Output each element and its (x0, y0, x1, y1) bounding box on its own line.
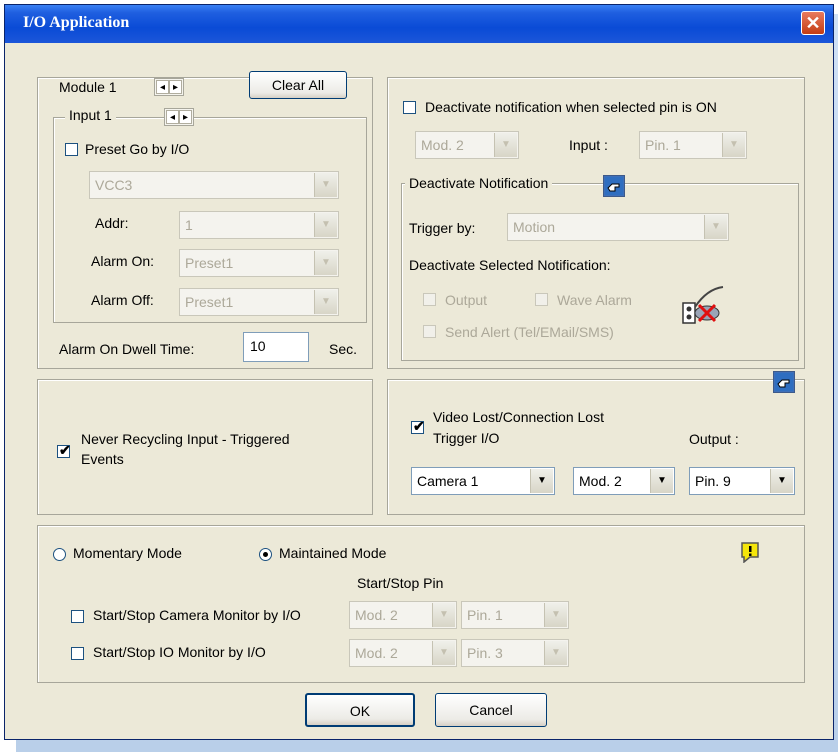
alarm-off-label: Alarm Off: (91, 292, 154, 308)
chevron-down-icon: ▼ (494, 133, 517, 157)
clear-all-button[interactable]: Clear All (249, 71, 347, 99)
send-alert-label: Send Alert (Tel/EMail/SMS) (445, 324, 614, 340)
close-button[interactable]: ✕ (801, 11, 825, 35)
never-recycling-checkbox[interactable]: ✔ (57, 442, 71, 458)
chevron-down-icon: ▼ (314, 173, 337, 197)
camera-value: Camera 1 (417, 473, 479, 489)
deactivate-mod-select[interactable]: Mod. 2 ▼ (415, 131, 519, 159)
input-spinner[interactable]: ◂ ▸ (164, 108, 194, 126)
vcc-select[interactable]: VCC3 ▼ (89, 171, 339, 199)
alarm-on-value: Preset1 (185, 255, 234, 271)
video-lost-label-1: Video Lost/Connection Lost (433, 409, 604, 425)
start-stop-pin-label: Start/Stop Pin (357, 575, 444, 591)
alarm-on-select[interactable]: Preset1 ▼ (179, 249, 339, 277)
io-monitor-label: Start/Stop IO Monitor by I/O (93, 644, 266, 660)
output-checkbox[interactable] (423, 293, 436, 306)
momentary-mode-label: Momentary Mode (73, 545, 182, 561)
never-recycling-label-1: Never Recycling Input - Triggered (81, 431, 290, 447)
chevron-down-icon: ▼ (722, 133, 745, 157)
camera-monitor-mod-select[interactable]: Mod. 2 ▼ (349, 601, 457, 629)
chevron-down-icon: ▼ (530, 469, 553, 493)
addr-value: 1 (185, 217, 193, 233)
camera-select[interactable]: Camera 1 ▼ (411, 467, 555, 495)
pointing-hand-icon[interactable] (603, 175, 625, 197)
io-application-dialog: I/O Application ✕ Module 1 ◂ ▸ Clear All… (4, 4, 834, 740)
cancel-button[interactable]: Cancel (435, 693, 547, 727)
deactivate-selected-label: Deactivate Selected Notification: (409, 257, 611, 273)
deactivate-notification-legend: Deactivate Notification (405, 175, 553, 191)
title-bar[interactable]: I/O Application ✕ (5, 5, 833, 43)
deactivate-checkbox[interactable] (403, 101, 416, 114)
dwell-time-label: Alarm On Dwell Time: (59, 341, 195, 357)
ok-button[interactable]: OK (305, 693, 415, 727)
module-label: Module 1 (55, 79, 121, 95)
chevron-down-icon: ▼ (314, 213, 337, 237)
video-lost-mod-value: Mod. 2 (579, 473, 622, 489)
trigger-by-value: Motion (513, 219, 556, 235)
chevron-down-icon: ▼ (432, 641, 455, 665)
addr-select[interactable]: 1 ▼ (179, 211, 339, 239)
maintained-mode-radio[interactable] (259, 548, 272, 561)
input-prev-button[interactable]: ◂ (166, 110, 179, 124)
deactivate-pin-value: Pin. 1 (645, 137, 681, 153)
trigger-by-label: Trigger by: (409, 220, 476, 236)
camera-monitor-mod-value: Mod. 2 (355, 607, 398, 623)
camera-monitor-pin-value: Pin. 1 (467, 607, 503, 623)
io-monitor-pin-value: Pin. 3 (467, 645, 503, 661)
alarm-off-select[interactable]: Preset1 ▼ (179, 288, 339, 316)
camera-monitor-checkbox[interactable] (71, 610, 84, 623)
video-lost-pin-select[interactable]: Pin. 9 ▼ (689, 467, 795, 495)
close-icon: ✕ (805, 13, 821, 33)
camera-monitor-label: Start/Stop Camera Monitor by I/O (93, 607, 301, 623)
io-monitor-pin-select[interactable]: Pin. 3 ▼ (461, 639, 569, 667)
chevron-down-icon: ▼ (544, 603, 567, 627)
vcc-value: VCC3 (95, 177, 133, 193)
chevron-down-icon: ▼ (650, 469, 673, 493)
module-spinner[interactable]: ◂ ▸ (154, 78, 184, 96)
wave-alarm-checkbox[interactable] (535, 293, 548, 306)
addr-label: Addr: (95, 215, 129, 231)
io-monitor-mod-select[interactable]: Mod. 2 ▼ (349, 639, 457, 667)
module-prev-button[interactable]: ◂ (156, 80, 169, 94)
momentary-mode-radio[interactable] (53, 548, 66, 561)
deactivate-pin-select[interactable]: Pin. 1 ▼ (639, 131, 747, 159)
alarm-off-icon (682, 286, 724, 324)
output-label: Output (445, 292, 488, 308)
pointing-hand-icon[interactable] (773, 371, 795, 393)
output-colon-label: Output : (689, 431, 739, 447)
dwell-time-input[interactable]: 10 (243, 332, 309, 362)
io-monitor-checkbox[interactable] (71, 647, 84, 660)
send-alert-checkbox[interactable] (423, 325, 436, 338)
alarm-off-value: Preset1 (185, 294, 234, 310)
chevron-down-icon: ▼ (704, 215, 727, 239)
maintained-mode-label: Maintained Mode (279, 545, 387, 561)
trigger-by-select[interactable]: Motion ▼ (507, 213, 729, 241)
dwell-unit-label: Sec. (329, 341, 358, 357)
recycle-group (37, 379, 373, 515)
io-monitor-mod-value: Mod. 2 (355, 645, 398, 661)
video-lost-checkbox[interactable]: ✔ (411, 418, 425, 434)
deactivate-input-label: Input : (569, 137, 608, 153)
preset-go-label: Preset Go by I/O (85, 141, 190, 157)
video-lost-pin-value: Pin. 9 (695, 473, 731, 489)
input-label: Input 1 (65, 107, 116, 123)
never-recycling-label-2: Events (81, 451, 124, 467)
alarm-on-label: Alarm On: (91, 253, 155, 269)
deactivate-label: Deactivate notification when selected pi… (425, 99, 717, 115)
deactivate-mod-value: Mod. 2 (421, 137, 464, 153)
video-lost-mod-select[interactable]: Mod. 2 ▼ (573, 467, 675, 495)
chevron-down-icon: ▼ (314, 251, 337, 275)
warning-icon[interactable] (740, 541, 760, 563)
input-next-button[interactable]: ▸ (179, 110, 192, 124)
video-lost-label-2: Trigger I/O (433, 430, 500, 446)
chevron-down-icon: ▼ (432, 603, 455, 627)
camera-monitor-pin-select[interactable]: Pin. 1 ▼ (461, 601, 569, 629)
wave-alarm-label: Wave Alarm (557, 292, 632, 308)
preset-go-checkbox[interactable] (65, 143, 78, 156)
chevron-down-icon: ▼ (544, 641, 567, 665)
module-next-button[interactable]: ▸ (169, 80, 182, 94)
chevron-down-icon: ▼ (314, 290, 337, 314)
chevron-down-icon: ▼ (770, 469, 793, 493)
window-title: I/O Application (23, 14, 130, 31)
